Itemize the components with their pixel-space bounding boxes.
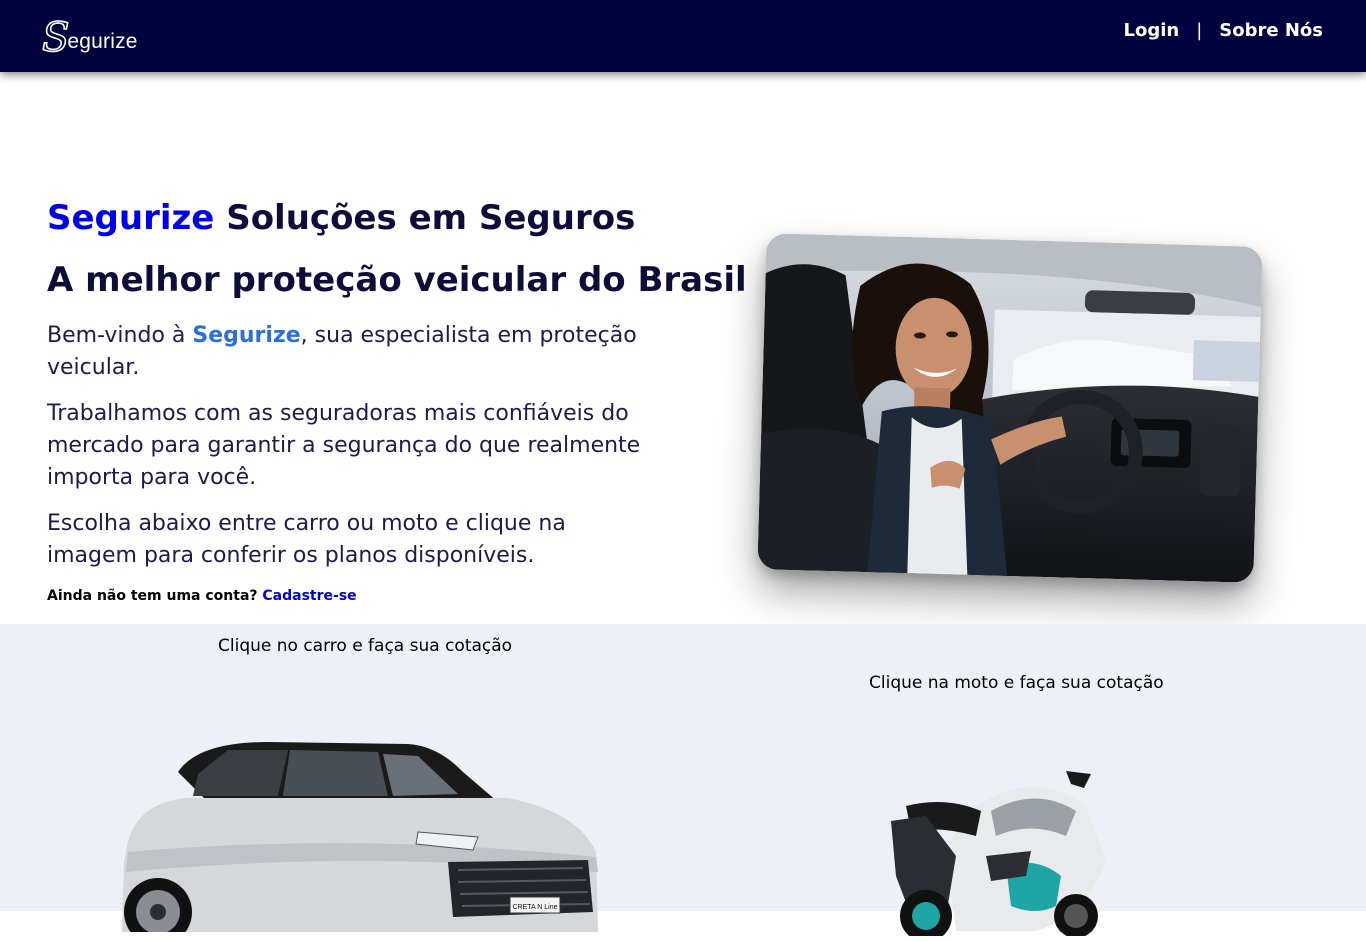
nav-separator: | bbox=[1196, 20, 1203, 41]
welcome-brand: Segurize bbox=[192, 323, 301, 348]
hero-paragraph-choose: Escolha abaixo entre carro ou moto e cli… bbox=[47, 511, 566, 568]
signup-link[interactable]: Cadastre-se bbox=[262, 588, 356, 604]
car-image: CRETA N Line bbox=[122, 742, 598, 941]
hero-photo-illustration bbox=[757, 233, 1263, 583]
nav-login-link[interactable]: Login bbox=[1123, 20, 1179, 41]
hero-title-rest: Soluções em Seguros bbox=[214, 198, 636, 238]
car-caption: Clique no carro e faça sua cotação bbox=[218, 636, 513, 656]
hero-text: Segurize Soluções em Seguros A melhor pr… bbox=[47, 196, 747, 604]
car-plate-text: CRETA N Line bbox=[513, 904, 558, 911]
top-navbar: S egurize Login | Sobre Nós bbox=[0, 0, 1366, 72]
logo-text: egurize bbox=[67, 30, 138, 53]
hero-subtitle: A melhor proteção veicular do Brasil bbox=[47, 260, 747, 300]
vehicle-selection-section: Clique no carro e faça sua cotação Cliqu… bbox=[0, 624, 1366, 941]
nav-links: Login | Sobre Nós bbox=[1123, 20, 1323, 41]
signup-prompt-text: Ainda não tem uma conta? bbox=[47, 588, 258, 604]
logo-link[interactable]: S egurize bbox=[41, 14, 138, 61]
hero-title-brand: Segurize bbox=[47, 198, 215, 238]
signup-prompt: Ainda não tem uma conta? Cadastre-se bbox=[47, 588, 687, 604]
nav-about-link[interactable]: Sobre Nós bbox=[1219, 20, 1323, 41]
car-quote-image[interactable]: CRETA N Line bbox=[118, 732, 602, 941]
moto-caption: Clique na moto e faça sua cotação bbox=[869, 673, 1164, 693]
hero-title: Segurize Soluções em Seguros bbox=[47, 196, 687, 240]
logo-s-icon: S bbox=[41, 15, 70, 61]
hero-paragraph-welcome: Bem-vindo à Segurize, sua especialista e… bbox=[47, 320, 647, 384]
hero-paragraph-insurers: Trabalhamos com as seguradoras mais conf… bbox=[47, 401, 641, 490]
welcome-prefix: Bem-vindo à bbox=[47, 323, 193, 348]
hero-photo-woman-in-car bbox=[757, 233, 1263, 583]
